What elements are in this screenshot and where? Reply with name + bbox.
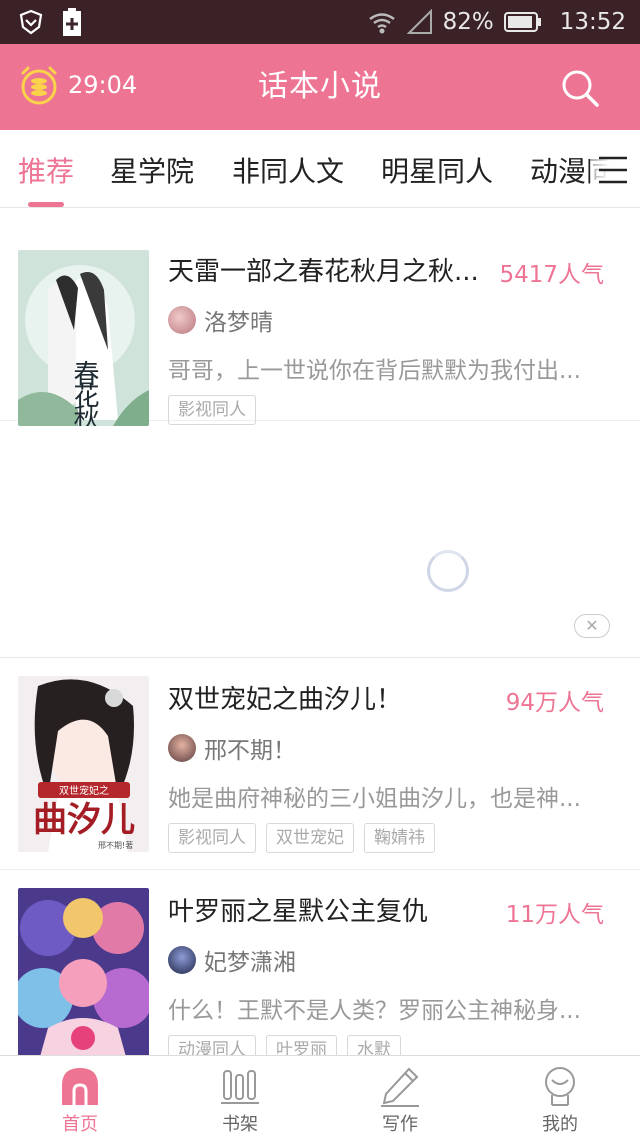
author-name: 邢不期！ [204,738,296,764]
nav-label: 首页 [62,1114,98,1135]
nav-write[interactable]: 写作 [320,1056,480,1138]
bottom-nav: 首页 书架 写作 我的 [0,1055,640,1138]
book-description: 她是曲府神秘的三小姐曲汐儿，也是神... [168,786,581,812]
avatar [168,734,196,762]
svg-text:邢不期!著: 邢不期!著 [98,840,133,850]
cover-title: 曲汐儿 [33,800,135,840]
ad-banner[interactable]: ✕ [0,446,640,658]
nav-bookshelf[interactable]: 书架 [160,1056,320,1138]
popularity-count: 94万人气 [505,690,604,716]
tab-celebrity-fanfic[interactable]: 明星同人 [381,150,493,190]
book-card[interactable]: 双世宠妃之 曲汐儿 邢不期!著 双世宠妃之曲汐儿！ 94万人气 邢不期！ 她是曲… [0,658,640,870]
book-title: 天雷一部之春花秋月之秋... [168,257,479,287]
search-icon[interactable] [558,66,602,110]
profile-icon [545,1067,575,1106]
book-description: 什么！王默不是人类？罗丽公主神秘身... [168,998,581,1024]
app-title: 话本小说 [258,69,382,104]
book-list: 春花秋月 天雷一部之春花秋月之秋... 5417人气 洛梦晴 哥哥，上一世说你在… [0,209,640,1055]
book-cover: 春花秋月 [18,250,149,426]
tag[interactable]: 影视同人 [168,395,256,425]
tag[interactable]: 双世宠妃 [266,823,354,853]
tag[interactable]: 叶罗丽 [266,1035,337,1055]
tab-original-fiction[interactable]: 非同人文 [232,150,344,190]
tag[interactable]: 水默 [347,1035,401,1055]
pen-icon [381,1067,419,1107]
book-title: 双世宠妃之曲汐儿！ [168,685,403,715]
loading-spinner [427,550,469,592]
avatar [168,306,196,334]
wifi-icon [368,13,395,34]
svg-text:双世宠妃之: 双世宠妃之 [59,784,109,797]
app-bar: 29:04 话本小说 [0,44,640,130]
ad-close-button[interactable]: ✕ [574,614,610,638]
tab-recommended[interactable]: 推荐 [18,150,74,190]
tag-list: 影视同人 [168,395,256,425]
clock: 13:52 [559,9,626,35]
nav-label: 我的 [542,1114,578,1135]
book-card[interactable]: 叶罗丽之星默公主复仇 11万人气 妃梦潇湘 什么！王默不是人类？罗丽公主神秘身.… [0,870,640,1055]
category-tabs: 推荐 星学院 非同人文 明星同人 动漫同 [0,130,640,208]
book-title: 叶罗丽之星默公主复仇 [168,897,429,927]
tag[interactable]: 动漫同人 [168,1035,256,1055]
menu-icon [599,156,627,184]
author-row: 洛梦晴 [168,303,273,337]
tab-more-button[interactable] [590,130,640,207]
home-icon [62,1068,98,1105]
author-name: 洛梦晴 [204,310,273,336]
nav-label: 写作 [382,1114,418,1135]
avatar [168,946,196,974]
book-description: 哥哥，上一世说你在背后默默为我付出... [168,358,581,384]
nav-home[interactable]: 首页 [0,1056,160,1138]
tab-indicator [28,202,64,207]
shield-icon [19,9,43,35]
tag-list: 影视同人 双世宠妃 鞠婧祎 [168,823,435,853]
tag[interactable]: 鞠婧祎 [364,823,435,853]
bookshelf-icon [221,1070,259,1104]
popularity-count: 11万人气 [505,902,604,928]
book-cover: 双世宠妃之 曲汐儿 邢不期!著 [18,676,149,852]
book-cover [18,888,149,1055]
tag-list: 动漫同人 叶罗丽 水默 [168,1035,401,1055]
book-card[interactable]: 春花秋月 天雷一部之春花秋月之秋... 5417人气 洛梦晴 哥哥，上一世说你在… [0,209,640,426]
author-name: 妃梦潇湘 [204,950,296,976]
battery-plus-icon [63,8,81,36]
signal-icon [406,9,432,34]
author-row: 妃梦潇湘 [168,943,296,977]
author-row: 邢不期！ [168,731,296,765]
popularity-count: 5417人气 [499,262,604,288]
battery-icon [503,12,541,32]
tab-star-academy[interactable]: 星学院 [110,150,194,190]
status-bar: 82% 13:52 [0,0,640,44]
tag[interactable]: 影视同人 [168,823,256,853]
battery-percent: 82% [442,9,494,35]
nav-profile[interactable]: 我的 [480,1056,640,1138]
nav-label: 书架 [222,1114,258,1135]
cover-title: 春花秋月 [69,360,99,426]
